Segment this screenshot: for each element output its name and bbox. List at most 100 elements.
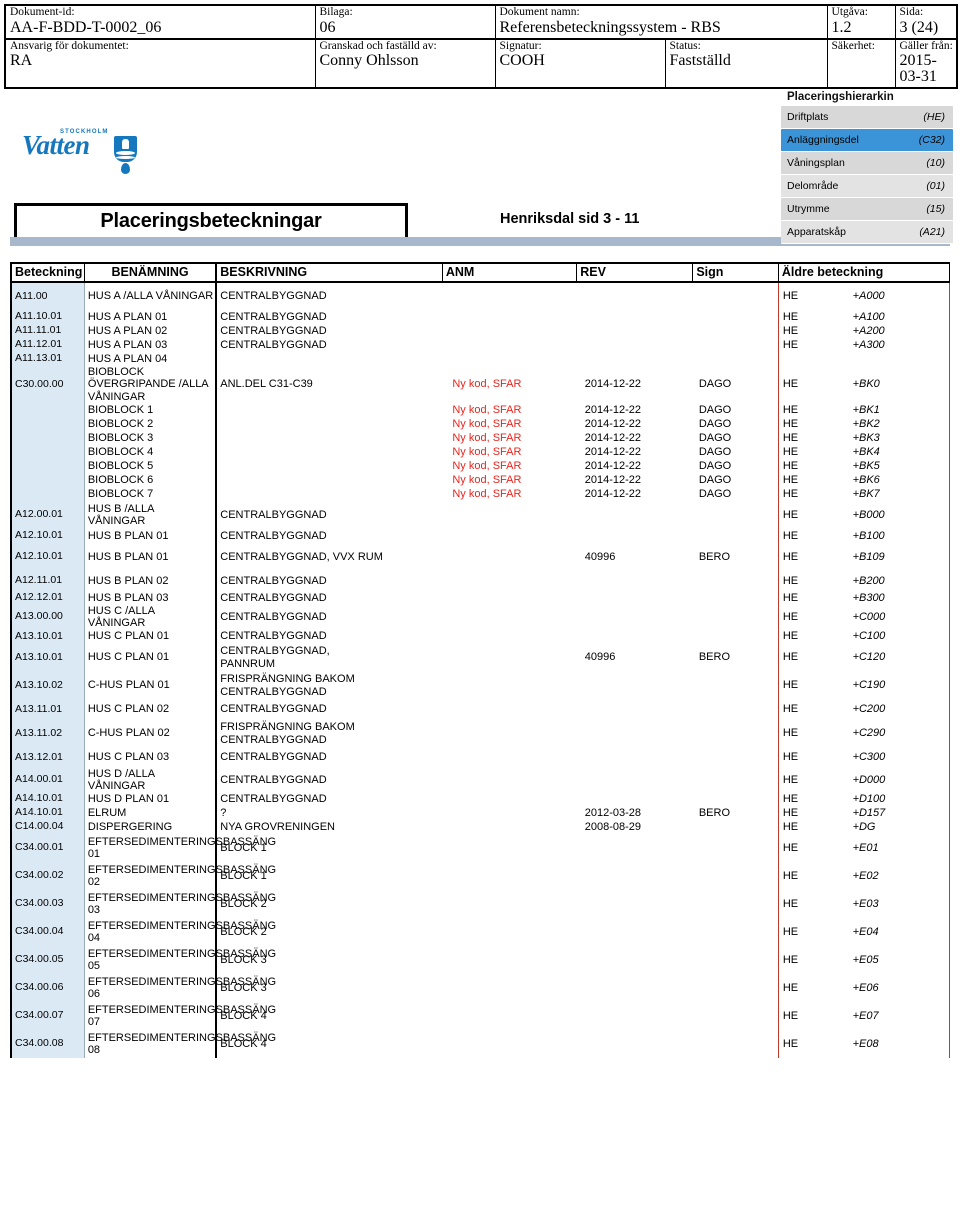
hierarchy-row-utrymme[interactable]: Utrymme (15) <box>781 198 953 221</box>
table-row[interactable]: A11.13.01 HUS A PLAN 04 <box>11 352 950 366</box>
cell-sign <box>693 834 779 862</box>
table-row[interactable]: A14.10.01 HUS D PLAN 01 CENTRALBYGGNAD HE +D… <box>11 792 950 807</box>
cell-aldre-kod: +E03 <box>834 890 950 919</box>
table-row[interactable]: BIOBLOCK 4 Ny kod, SFAR 2014-12-22 DAGO HE +B… <box>11 444 950 459</box>
cell-beteckning: A11.10.01 <box>11 310 85 324</box>
table-row[interactable]: BIOBLOCK 7 Ny kod, SFAR 2014-12-22 DAGO HE +B… <box>11 486 950 501</box>
cell-rev <box>577 1002 693 1030</box>
table-row[interactable]: A13.10.02 C-HUS PLAN 01 FRISPRÄNGNING BAKO… <box>11 671 950 700</box>
hierarchy-row-label: Driftplats <box>787 111 829 123</box>
column-header-anm: ANM <box>441 262 578 283</box>
table-row[interactable]: A11.11.01 HUS A PLAN 02 CENTRALBYGGNAD HE +A… <box>11 324 950 338</box>
column-header-benamning: BENÄMNING <box>83 262 217 283</box>
table-row[interactable]: BIOBLOCK 1 Ny kod, SFAR 2014-12-22 DAGO HE +B… <box>11 402 950 417</box>
cell-rev <box>577 501 693 529</box>
cell-aldre-kod: +C290 <box>834 719 950 748</box>
cell-anm <box>442 974 576 1002</box>
cell-sign: DAGO <box>698 473 732 486</box>
table-row[interactable]: C30.00.00 BIOBLOCK ÖVERGRIPANDE /ALLA VÅN… <box>11 366 950 403</box>
cell-aldre-he: HE <box>777 310 835 324</box>
cell-beskrivning: FRISPRÄNGNING BAKOM CENTRALBYGGNAD <box>220 673 355 698</box>
cell-beteckning <box>11 416 85 431</box>
document-header-block: Dokument-id: AA-F-BDD-T-0002_06 Bilaga: … <box>4 4 959 89</box>
cell-anm <box>442 720 576 748</box>
table-row[interactable]: BIOBLOCK 3 Ny kod, SFAR 2014-12-22 DAGO HE +B… <box>11 430 950 445</box>
cell-aldre-he: HE <box>777 472 835 487</box>
cell-anm <box>442 529 576 543</box>
table-row[interactable]: A12.00.01 HUS B /ALLA VÅNINGAR CENTRALBYGG… <box>11 500 950 529</box>
table-row[interactable]: A14.00.01 HUS D /ALLA VÅNINGAR CENTRALBYGG… <box>11 767 950 793</box>
cell-aldre-kod: +B300 <box>834 590 950 605</box>
table-row[interactable]: A12.10.01 HUS B PLAN 01 CENTRALBYGGNAD HE +B… <box>11 528 950 543</box>
hierarchy-row-delområde[interactable]: Delområde (01) <box>781 175 953 198</box>
table-row[interactable]: C34.00.07 EFTERSEDIMENTERINGSBASSÄNG 07 BL… <box>11 1002 950 1031</box>
cell-beteckning: A12.12.01 <box>11 590 85 605</box>
cell-beteckning: A12.10.01 <box>11 528 85 543</box>
cell-rev <box>577 605 693 630</box>
cell-beteckning: C14.00.04 <box>11 820 85 835</box>
table-row[interactable]: A13.00.00 HUS C /ALLA VÅNINGAR CENTRALBYGG… <box>11 604 950 630</box>
cell-sign <box>693 529 779 543</box>
table-row[interactable]: A13.10.01 HUS C PLAN 01 CENTRALBYGGNAD, PA… <box>11 643 950 672</box>
table-row[interactable]: BIOBLOCK 5 Ny kod, SFAR 2014-12-22 DAGO HE +B… <box>11 458 950 473</box>
cell-aldre-kod: +E07 <box>834 1002 950 1031</box>
placeringshierarkin-panel: Placeringshierarkin Driftplats (HE) Anlägg… <box>781 90 953 244</box>
table-row[interactable]: BIOBLOCK 6 Ny kod, SFAR 2014-12-22 DAGO HE +B… <box>11 472 950 487</box>
hierarchy-row-code: (01) <box>926 180 945 192</box>
cell-rev: 2008-08-29 <box>584 821 642 834</box>
table-row[interactable]: C34.00.04 EFTERSEDIMENTERINGSBASSÄNG 04 BL… <box>11 918 950 947</box>
table-row[interactable]: A11.00 HUS A /ALLA VÅNINGAR CENTRALBYGGNAD… <box>11 282 950 310</box>
cell-sign <box>693 310 779 324</box>
cell-beskrivning: FRISPRÄNGNING BAKOM CENTRALBYGGNAD <box>220 721 355 746</box>
cell-rev <box>577 630 693 644</box>
hierarchy-row-driftplats[interactable]: Driftplats (HE) <box>781 106 953 129</box>
table-row[interactable]: A11.12.01 HUS A PLAN 03 CENTRALBYGGNAD HE +A… <box>11 338 950 352</box>
hierarchy-row-label: Utrymme <box>787 203 830 215</box>
table-row[interactable]: C34.00.01 EFTERSEDIMENTERINGSBASSÄNG 01 BL… <box>11 834 950 863</box>
hierarchy-row-apparatskåp[interactable]: Apparatskåp (A21) <box>781 221 953 244</box>
table-row[interactable]: BIOBLOCK 2 Ny kod, SFAR 2014-12-22 DAGO HE +B… <box>11 416 950 431</box>
cell-sign <box>693 720 779 748</box>
hierarchy-row-anläggningsdel[interactable]: Anläggningsdel (C32) <box>781 129 953 152</box>
hierarchy-row-label: Apparatskåp <box>787 226 846 238</box>
table-row[interactable]: C34.00.03 EFTERSEDIMENTERINGSBASSÄNG 03 BL… <box>11 890 950 919</box>
hierarchy-row-våningsplan[interactable]: Våningsplan (10) <box>781 152 953 175</box>
header-label: Signatur: <box>499 39 542 52</box>
cell-benamning: HUS A PLAN 03 <box>87 338 168 351</box>
cell-aldre-kod: +B200 <box>834 570 950 591</box>
table-row[interactable]: C34.00.06 EFTERSEDIMENTERINGSBASSÄNG 06 BL… <box>11 974 950 1003</box>
table-row[interactable]: A12.10.01 HUS B PLAN 01 CENTRALBYGGNAD, VV… <box>11 542 950 571</box>
cell-benamning: EFTERSEDIMENTERINGSBASSÄNG 05 <box>87 947 277 973</box>
cell-benamning: HUS A PLAN 01 <box>87 310 168 323</box>
table-row[interactable]: A14.10.01 ELRUM? 2012-03-28 BERO HE +D157 <box>11 806 950 821</box>
cell-benamning: BIOBLOCK 3 <box>87 431 154 444</box>
cell-benamning: HUS B PLAN 01 <box>87 550 169 563</box>
table-row[interactable]: C14.00.04 DISPERGERING NYA GROVRENINGEN 200… <box>11 820 950 835</box>
cell-aldre-he: HE <box>777 528 835 543</box>
table-row[interactable]: C34.00.02 EFTERSEDIMENTERINGSBASSÄNG 02 BL… <box>11 862 950 891</box>
cell-sign <box>693 605 779 630</box>
table-row[interactable]: A13.10.01 HUS C PLAN 01 CENTRALBYGGNAD HE +C… <box>11 629 950 644</box>
cell-sign <box>693 324 779 338</box>
table-row[interactable]: A13.11.02 C-HUS PLAN 02 FRISPRÄNGNING BAKO… <box>11 719 950 748</box>
table-row[interactable]: A11.10.01 HUS A PLAN 01 CENTRALBYGGNAD HE +A… <box>11 310 950 324</box>
header-value: 2015-03-31 <box>899 52 937 85</box>
cell-benamning: HUS C PLAN 01 <box>87 630 170 643</box>
cell-anm: Ny kod, SFAR <box>452 473 522 486</box>
cell-beskrivning: CENTRALBYGGNAD <box>220 574 327 587</box>
table-row[interactable]: A13.11.01 HUS C PLAN 02 CENTRALBYGGNAD HE +C… <box>11 699 950 720</box>
cell-beskrivning <box>216 352 442 366</box>
table-row[interactable]: A12.11.01 HUS B PLAN 02 CENTRALBYGGNAD HE +B… <box>11 570 950 591</box>
table-row[interactable]: A13.12.01 HUS C PLAN 03 CENTRALBYGGNAD HE +C… <box>11 747 950 768</box>
cell-aldre-he: HE <box>777 699 835 720</box>
table-row[interactable]: C34.00.05 EFTERSEDIMENTERINGSBASSÄNG 05 BL… <box>11 946 950 975</box>
cell-aldre-he: HE <box>777 820 835 835</box>
cell-aldre-kod: +C190 <box>834 671 950 700</box>
table-row[interactable]: C34.00.08 EFTERSEDIMENTERINGSBASSÄNG 08 BL… <box>11 1030 950 1059</box>
cell-beteckning: A12.00.01 <box>11 500 85 529</box>
table-row[interactable]: A12.12.01 HUS B PLAN 03 CENTRALBYGGNAD HE +B… <box>11 590 950 605</box>
cell-anm <box>442 310 576 324</box>
cell-aldre-he: HE <box>777 747 835 768</box>
cell-beteckning: A13.10.01 <box>11 643 85 672</box>
column-header-sign: Sign <box>692 262 779 283</box>
